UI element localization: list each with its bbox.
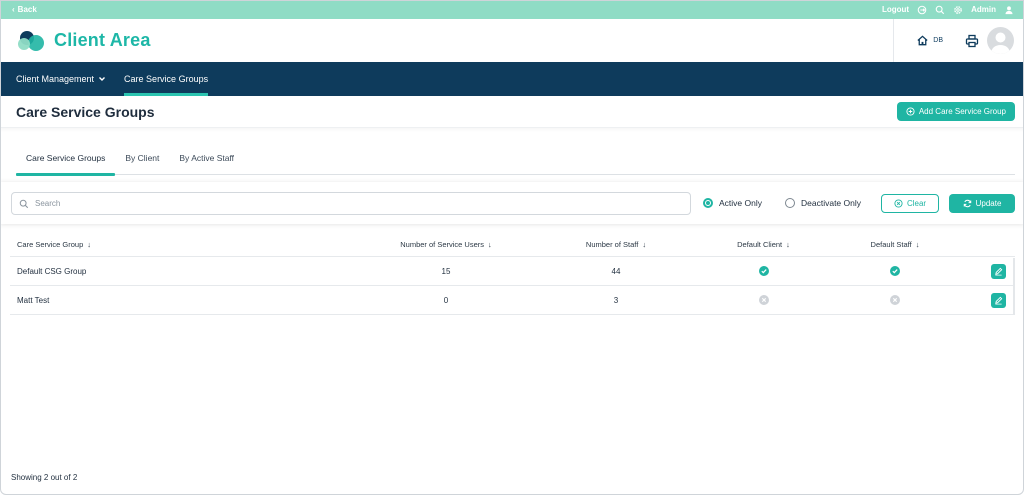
chevron-left-icon: ‹: [12, 5, 15, 14]
app-header: Client Area DB: [0, 19, 1024, 62]
search-input[interactable]: [35, 199, 675, 208]
add-care-service-group-button[interactable]: Add Care Service Group: [896, 102, 1015, 121]
search-field[interactable]: [11, 192, 691, 215]
active-only-radio[interactable]: Active Only: [703, 198, 762, 208]
tab-by-active-staff[interactable]: By Active Staff: [169, 148, 244, 175]
clear-circle-icon: [894, 199, 903, 208]
service-users-cell: 15: [441, 266, 451, 276]
tab-bar: Care Service Groups By Client By Active …: [16, 148, 1015, 176]
column-header-staff[interactable]: Number of Staff ↓: [530, 233, 702, 256]
app-title: Client Area: [54, 30, 151, 50]
edit-button[interactable]: [990, 292, 1006, 308]
group-name-cell: Default CSG Group: [17, 266, 87, 276]
logo-icon: [18, 30, 44, 51]
header-divider: [893, 19, 895, 62]
sort-arrow-icon: ↓: [642, 240, 647, 249]
radio-dot: [703, 198, 713, 208]
gear-icon[interactable]: [953, 5, 963, 15]
column-label: Default Client: [737, 240, 783, 249]
logout-link[interactable]: Logout: [882, 5, 909, 14]
edit-cell: [988, 257, 1008, 285]
column-label: Number of Service Users: [400, 240, 485, 249]
home-icon: [917, 35, 928, 46]
column-header-care-service-group[interactable]: Care Service Group ↓: [17, 233, 91, 256]
refresh-icon: [963, 199, 971, 208]
radio-dot: [785, 198, 795, 208]
search-icon: [19, 199, 29, 208]
nav-care-service-groups[interactable]: Care Service Groups: [124, 62, 209, 96]
logout-icon[interactable]: [917, 5, 927, 15]
page-title-bar: Care Service Groups Add Care Service Gro…: [0, 96, 1024, 128]
radio-label: Active Only: [719, 198, 762, 208]
radio-label: Deactivate Only: [801, 198, 861, 208]
x-circle-icon: [890, 295, 900, 305]
plus-circle-icon: [906, 107, 915, 116]
table-header: Care Service Group ↓ Number of Service Us…: [10, 233, 1015, 257]
edit-button[interactable]: [990, 263, 1006, 279]
default-client-cell: [690, 286, 837, 314]
sort-arrow-icon: ↓: [87, 240, 92, 249]
main-nav: Client Management Care Service Groups: [0, 62, 1024, 96]
pencil-icon: [994, 296, 1002, 304]
tab-by-client[interactable]: By Client: [115, 148, 169, 175]
default-staff-cell: [825, 286, 965, 314]
avatar-placeholder-icon: [991, 32, 1010, 54]
group-name-cell: Matt Test: [17, 295, 50, 305]
home-button[interactable]: DB: [916, 34, 943, 47]
sort-arrow-icon: ↓: [915, 240, 920, 249]
filter-bar: Active Only Deactivate Only Clear Update: [0, 182, 1024, 224]
nav-item-label: Client Management: [16, 74, 95, 84]
column-header-default-client[interactable]: Default Client ↓: [690, 233, 837, 256]
default-staff-cell: [825, 257, 965, 285]
clear-label: Clear: [906, 199, 927, 208]
tab-care-service-groups[interactable]: Care Service Groups: [16, 148, 116, 176]
nav-client-management[interactable]: Client Management: [16, 62, 106, 96]
update-label: Update: [975, 199, 1002, 208]
print-button[interactable]: [965, 34, 979, 48]
top-bar: ‹ Back Logout Admin: [0, 0, 1024, 19]
table-row[interactable]: Default CSG Group 15 44: [10, 257, 1015, 286]
deactivate-only-radio[interactable]: Deactivate Only: [785, 198, 861, 208]
update-button[interactable]: Update: [949, 194, 1015, 213]
user-initials: DB: [933, 37, 943, 44]
column-header-service-users[interactable]: Number of Service Users ↓: [340, 233, 552, 256]
app-logo[interactable]: Client Area: [16, 29, 151, 53]
pagination-summary: Showing 2 out of 2: [11, 473, 78, 482]
column-label: Care Service Group: [17, 240, 84, 249]
column-label: Number of Staff: [585, 240, 639, 249]
add-button-label: Add Care Service Group: [918, 107, 1006, 116]
sort-arrow-icon: ↓: [786, 240, 790, 249]
table-row[interactable]: Matt Test 0 3: [10, 286, 1015, 315]
clear-button[interactable]: Clear: [881, 194, 939, 213]
chevron-down-icon: [99, 77, 106, 81]
check-circle-icon: [890, 266, 900, 276]
back-label: Back: [17, 5, 37, 14]
printer-icon: [965, 34, 979, 47]
nav-item-label: Care Service Groups: [124, 74, 209, 84]
staff-cell: 3: [613, 295, 619, 305]
search-icon[interactable]: [935, 5, 945, 15]
x-circle-icon: [758, 295, 769, 305]
user-icon[interactable]: [1004, 5, 1014, 15]
avatar[interactable]: [987, 27, 1014, 54]
back-link[interactable]: ‹ Back: [12, 5, 37, 14]
table-scrollbar[interactable]: [1013, 258, 1015, 315]
admin-link[interactable]: Admin: [971, 5, 996, 14]
care-service-groups-table: Care Service Group ↓ Number of Service Us…: [10, 233, 1015, 315]
edit-cell: [988, 286, 1008, 314]
pencil-icon: [994, 267, 1002, 275]
default-client-cell: [690, 257, 837, 285]
sort-arrow-icon: ↓: [488, 240, 492, 249]
page-title: Care Service Groups: [16, 103, 155, 120]
column-label: Default Staff: [870, 240, 912, 249]
check-circle-icon: [758, 266, 769, 276]
service-users-cell: 0: [443, 295, 449, 305]
staff-cell: 44: [611, 266, 621, 276]
column-header-default-staff[interactable]: Default Staff ↓: [825, 233, 965, 256]
